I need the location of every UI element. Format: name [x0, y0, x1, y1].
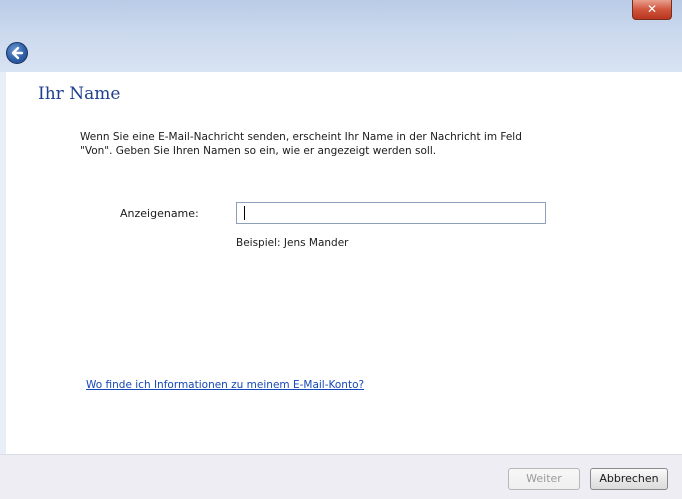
description-text: Wenn Sie eine E-Mail-Nachricht senden, e… — [80, 130, 580, 158]
next-button[interactable]: Weiter — [508, 468, 580, 490]
page-title: Ihr Name — [38, 84, 121, 104]
wizard-content: Ihr Name Wenn Sie eine E-Mail-Nachricht … — [6, 72, 682, 454]
cancel-button[interactable]: Abbrechen — [590, 468, 668, 490]
example-text: Beispiel: Jens Mander — [236, 237, 349, 249]
title-bar: ✕ — [0, 0, 682, 72]
close-icon: ✕ — [646, 2, 658, 16]
close-button[interactable]: ✕ — [632, 0, 672, 20]
button-bar: Weiter Abbrechen — [0, 454, 682, 499]
display-name-label: Anzeigename: — [120, 207, 199, 220]
description-line-1: Wenn Sie eine E-Mail-Nachricht senden, e… — [80, 131, 522, 143]
wizard-window: ✕ Ihr Name Wenn Sie eine E-Mail-Nachrich… — [0, 0, 682, 499]
back-button[interactable] — [6, 42, 28, 64]
help-link-email-account[interactable]: Wo finde ich Informationen zu meinem E-M… — [86, 379, 364, 391]
display-name-input[interactable] — [236, 202, 546, 224]
description-line-2: "Von". Geben Sie Ihren Namen so ein, wie… — [80, 145, 437, 157]
text-caret — [244, 206, 245, 220]
back-arrow-icon — [11, 46, 24, 60]
